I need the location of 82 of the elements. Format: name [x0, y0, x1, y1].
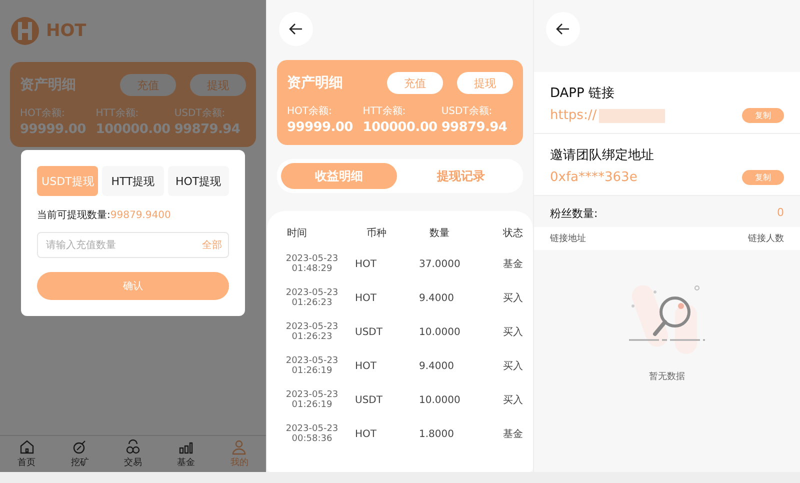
table-cell-text: 买入	[502, 292, 523, 305]
column-header: 数量	[430, 227, 451, 240]
link-value: 0xfa****363e	[550, 170, 638, 185]
record-tab[interactable]: 收益明细	[281, 163, 397, 189]
record-tab[interactable]: 提现记录	[403, 163, 519, 189]
table-cell-text: HOT	[355, 428, 378, 440]
column-header: 时间	[286, 226, 308, 240]
column-header: 链接人数	[748, 232, 784, 245]
table-cell-text: 9.4000	[419, 360, 455, 372]
balance-value: 99999.00	[287, 120, 354, 135]
table-cell-text: 基金	[502, 428, 523, 441]
balance-value: 100000.00	[96, 122, 170, 137]
column-header: 币种	[366, 226, 388, 240]
card-action-button[interactable]: 提现	[457, 72, 513, 94]
table-cell-text: 买入	[502, 394, 523, 407]
table-cell-text: 10.0000	[419, 326, 462, 338]
table-cell-text: 1.8000	[419, 428, 455, 440]
fans-count: 0	[777, 206, 784, 221]
fans-label: 粉丝数量:	[550, 206, 598, 221]
card-title: 资产明细	[287, 74, 343, 92]
table-cell-text: 2023-05-23 01:26:23	[284, 288, 340, 308]
nav-item[interactable]: 我的	[230, 439, 248, 469]
balance-label: USDT余额:	[441, 104, 494, 118]
balance-label: USDT余额:	[174, 106, 226, 120]
table-cell-text: 买入	[502, 326, 523, 339]
balance-label: HOT余额:	[20, 106, 66, 120]
confirm-button[interactable]: 确认	[37, 272, 229, 300]
column-header: 链接地址	[550, 232, 586, 245]
table-cell-text: 2023-05-23 01:26:23	[284, 322, 340, 342]
withdraw-tab[interactable]: HTT提现	[102, 166, 164, 196]
copy-button[interactable]: 复制	[742, 108, 784, 123]
withdraw-tab[interactable]: USDT提现	[37, 166, 98, 196]
table-cell-text: HOT	[355, 292, 378, 304]
table-cell-text: 2023-05-23 01:48:29	[284, 254, 340, 274]
card-action-button[interactable]: 充值	[120, 74, 176, 96]
logo-text: HOT	[46, 21, 86, 41]
all-link[interactable]: 全部	[202, 238, 222, 252]
amount-input-field[interactable]: 请输入充值数量 全部	[37, 232, 229, 258]
table-cell-text: HOT	[355, 258, 378, 270]
table-cell-text: USDT	[355, 326, 384, 338]
link-title: 邀请团队绑定地址	[550, 147, 655, 164]
back-button[interactable]	[279, 12, 313, 46]
empty-state-text: 暂无数据	[649, 370, 685, 383]
withdraw-tab[interactable]: HOT提现	[168, 166, 229, 196]
link-title: DAPP 链接	[550, 85, 616, 102]
redacted-block	[598, 108, 665, 122]
nav-item[interactable]: 基金	[177, 439, 196, 469]
table-cell-text: 基金	[502, 258, 523, 271]
home-icon	[18, 439, 35, 455]
balance-value: 99879.94	[441, 120, 508, 135]
card-action-button[interactable]: 提现	[190, 74, 246, 96]
back-arrow-icon	[556, 23, 570, 35]
balance-label: HTT余额:	[96, 106, 140, 120]
nav-item[interactable]: 交易	[124, 439, 142, 469]
nav-item[interactable]: 首页	[18, 439, 36, 469]
table-cell-text: HOT	[355, 360, 378, 372]
table-cell-text: 37.0000	[419, 258, 462, 270]
card-action-button[interactable]: 充值	[387, 72, 443, 94]
card-title: 资产明细	[20, 76, 76, 94]
balance-value: 99879.94	[174, 122, 242, 137]
table-cell-text: 9.4000	[419, 292, 455, 304]
nav-item[interactable]: 挖矿	[70, 439, 89, 469]
link-value: https://	[550, 108, 597, 123]
back-arrow-icon	[289, 23, 303, 35]
user-icon	[231, 439, 248, 455]
balance-value: 100000.00	[362, 120, 438, 135]
back-button[interactable]	[546, 12, 580, 46]
table-cell-text: USDT	[355, 394, 384, 406]
table-cell-text: 2023-05-23 01:26:19	[284, 390, 340, 410]
table-cell-text: 2023-05-23 01:26:19	[284, 356, 340, 376]
available-value: 99879.9400	[110, 210, 171, 221]
table-cell-text: 买入	[502, 360, 523, 373]
table-cell-text: 10.0000	[419, 394, 462, 406]
logo-icon	[10, 16, 40, 46]
column-header: 状态	[502, 226, 523, 240]
available-label: 当前可提现数量:	[37, 210, 110, 221]
copy-button[interactable]: 复制	[742, 170, 784, 185]
balance-label: HOT余额:	[287, 104, 333, 118]
balance-value: 99999.00	[20, 122, 87, 137]
table-cell-text: 2023-05-23 00:58:36	[284, 424, 340, 444]
balance-label: HTT余额:	[362, 104, 407, 118]
exchange-icon	[124, 439, 141, 455]
